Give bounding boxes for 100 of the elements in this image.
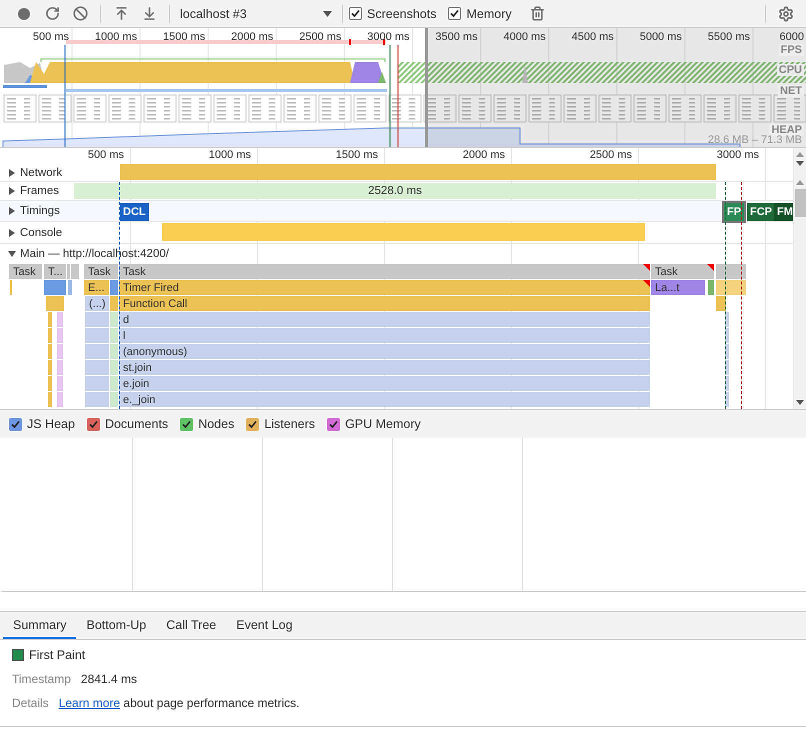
checkbox[interactable] (9, 418, 22, 430)
checkbox[interactable] (349, 7, 362, 20)
flame-slice[interactable] (725, 376, 729, 391)
flame-slice[interactable] (725, 328, 729, 343)
track-label: Console (20, 226, 62, 238)
track-label: Network (20, 166, 62, 178)
trash-icon (530, 6, 546, 21)
time-tick: 2000 ms (231, 31, 274, 43)
flame-chart[interactable] (0, 148, 793, 409)
download-icon (142, 6, 156, 21)
time-tick: 3500 ms (435, 31, 478, 43)
expand-arrow-icon[interactable] (8, 168, 16, 176)
timing-marker[interactable]: DCL (120, 203, 149, 221)
frame-bar: 2528.0 ms (74, 183, 716, 199)
flame-slice[interactable] (725, 392, 729, 407)
flame-slice[interactable] (716, 264, 746, 279)
profile-select[interactable]: localhost #3 (176, 2, 336, 24)
time-tick: 3000 ms (367, 31, 410, 43)
tab[interactable]: Summary (3, 612, 76, 639)
scroll-down-icon[interactable] (796, 400, 804, 405)
timing-marker[interactable]: FM (774, 203, 793, 221)
flame-entry[interactable]: Function Call (119, 296, 650, 311)
time-tick: 4500 ms (572, 31, 614, 43)
flame-entry[interactable]: (anonymous) (119, 344, 650, 359)
checkbox-label: Listeners (264, 417, 316, 431)
record-icon (18, 8, 30, 20)
time-tick: 500 ms (32, 31, 69, 43)
checkbox-label: JS Heap (27, 417, 75, 431)
summary-title: First Paint (29, 648, 86, 662)
time-tick: 1500 ms (163, 31, 206, 43)
time-tick: 1000 ms (94, 31, 138, 43)
scroll-thumb[interactable] (794, 189, 806, 217)
reload-icon (44, 6, 60, 21)
time-tick: 2000 ms (462, 149, 505, 161)
flame-entry[interactable]: e.join (119, 376, 650, 391)
checkbox-label: Documents (104, 417, 168, 431)
flame-slice[interactable] (716, 280, 746, 295)
time-tick: 2500 ms (590, 149, 632, 161)
flame-entry[interactable]: d (119, 312, 650, 327)
expand-arrow-icon[interactable] (8, 187, 16, 195)
flame-entry[interactable]: Task (84, 264, 118, 279)
flame-slice[interactable] (725, 312, 729, 327)
learn-more-link[interactable]: Learn more (58, 696, 120, 710)
time-tick: 2500 ms (299, 31, 342, 43)
scrollbar[interactable] (793, 148, 806, 409)
detail-key: Timestamp (12, 672, 71, 686)
heap-range: 28.6 MB – 71.3 MB (708, 134, 802, 146)
time-tick: 500 ms (88, 149, 124, 161)
flame-entry[interactable]: l (119, 328, 650, 343)
expand-arrow-icon[interactable] (8, 228, 16, 236)
timing-marker[interactable]: FP (724, 203, 744, 221)
flame-entry[interactable]: st.join (119, 360, 650, 375)
time-tick: 5000 ms (640, 31, 682, 43)
checkbox[interactable] (246, 418, 260, 430)
checkbox[interactable] (86, 418, 100, 430)
tab[interactable]: Event Log (226, 612, 303, 639)
checkbox[interactable] (327, 418, 340, 430)
detail-key: Details (12, 696, 49, 710)
flame-entry[interactable]: Task (119, 264, 650, 279)
tab[interactable]: Call Tree (156, 612, 226, 639)
expand-arrow-icon[interactable] (8, 250, 16, 258)
flame-entry[interactable]: e._join (119, 392, 650, 407)
details-text: Learn more about page performance metrics. (58, 696, 300, 710)
track-label: Main — http://localhost:4200/ (20, 248, 169, 260)
track-label: HEAP (769, 124, 804, 136)
flame-slice[interactable] (725, 344, 729, 359)
checkbox-label: Memory (466, 6, 512, 20)
caret-icon (323, 10, 332, 16)
timing-marker[interactable]: FCP (747, 203, 775, 221)
tab[interactable]: Bottom-Up (76, 612, 156, 639)
track-label: FPS (778, 44, 804, 56)
flame-entry[interactable]: T... (44, 264, 66, 279)
flame-slice[interactable] (725, 360, 729, 375)
checkbox[interactable] (448, 7, 462, 20)
time-tick: 3000 ms (716, 149, 759, 161)
detail-value: 2841.4 ms (80, 672, 137, 686)
track-label: CPU (776, 64, 804, 76)
flame-entry[interactable]: Task (9, 264, 42, 279)
overview-panel[interactable]: 500 ms 1000 ms 1500 ms 2000 ms 2500 ms 3000 ms 3500 ms 4000 ms 4500 ms 5000 ms 5500 ms 6000 FPS CPU NET HEAP 28.6 MB – 71.3 MB (0, 28, 806, 148)
settings-icon (778, 6, 794, 22)
flame-entry[interactable]: La...t (651, 280, 705, 295)
time-tick: 1500 ms (336, 149, 378, 161)
track-label: NET (778, 85, 804, 97)
checkbox-label: Nodes (198, 417, 234, 431)
upload-icon (114, 6, 128, 21)
flame-entry[interactable]: (...) (85, 296, 109, 311)
time-tick: 1000 ms (208, 149, 251, 161)
track-label: Timings (20, 205, 60, 217)
checkbox[interactable] (180, 418, 194, 430)
flame-slice[interactable] (716, 296, 726, 311)
expand-arrow-icon[interactable] (8, 207, 16, 215)
scroll-down-icon[interactable] (796, 161, 804, 166)
time-tick: 4000 ms (504, 31, 546, 43)
time-tick: 6000 (780, 31, 804, 43)
flame-entry[interactable]: Timer Fired (119, 280, 650, 295)
scroll-up-icon[interactable] (796, 180, 804, 185)
track-label: Frames (20, 185, 59, 197)
flame-entry[interactable]: E... (84, 280, 109, 295)
clear-icon (72, 6, 88, 21)
flame-entry[interactable]: Task (651, 264, 714, 279)
